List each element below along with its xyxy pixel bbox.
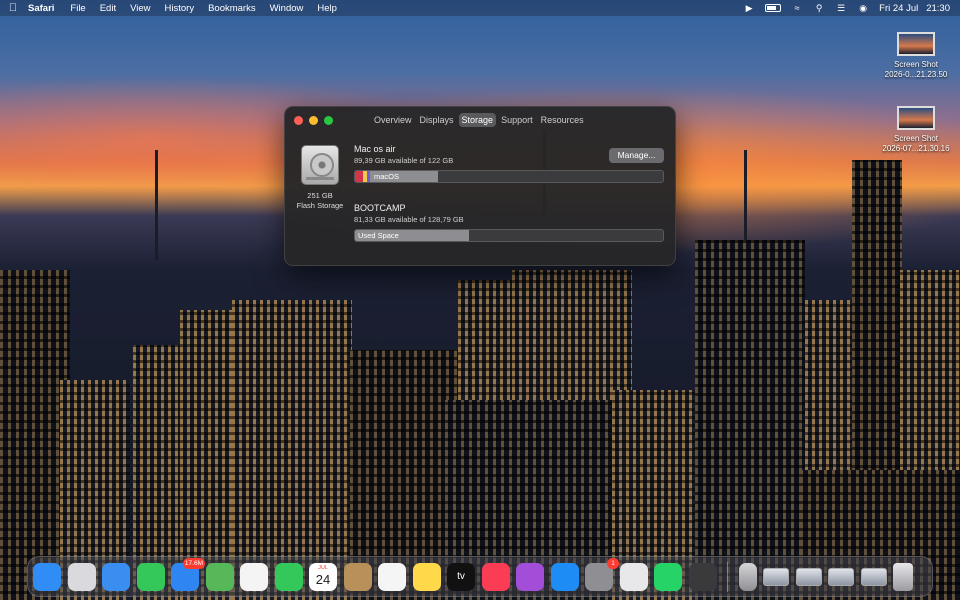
calendar-day: 24 xyxy=(315,572,331,587)
screenshot-thumbnail-icon xyxy=(897,32,935,56)
desktop-file-screenshot[interactable]: Screen Shot 2026-0...21.23.50 xyxy=(876,32,956,80)
maximize-button[interactable] xyxy=(324,116,333,125)
reminders-icon[interactable] xyxy=(378,562,406,591)
minimized-window-3[interactable] xyxy=(828,567,854,586)
safari-icon[interactable] xyxy=(102,562,130,591)
menu-edit[interactable]: Edit xyxy=(100,3,116,14)
volume-name: BOOTCAMP xyxy=(354,203,406,213)
desktop-file-label: Screen Shot xyxy=(893,60,939,69)
disk-summary: 251 GB Flash Storage xyxy=(293,145,347,210)
podcasts-icon[interactable] xyxy=(516,562,544,591)
minimized-window-2[interactable] xyxy=(795,567,822,586)
messages-icon[interactable] xyxy=(136,562,165,591)
desktop-file-screenshot[interactable]: Screen Shot 2026-07...21.30.16 xyxy=(876,106,956,154)
tv-icon[interactable]: tv xyxy=(447,562,475,591)
volume-available: 89,39 GB available of 122 GB xyxy=(354,156,454,165)
tab-overview[interactable]: Overview xyxy=(371,113,415,127)
window-controls xyxy=(294,116,333,125)
menu-window[interactable]: Window xyxy=(270,3,304,14)
bar-label-macos: macOS xyxy=(374,172,400,181)
menu-clock[interactable]: Fri 24 Jul 21:30 xyxy=(879,3,950,14)
storage-usage-bar[interactable]: macOS xyxy=(354,170,664,183)
wallpaper-building xyxy=(695,240,805,600)
calendar-icon[interactable]: JUL 24 xyxy=(309,562,337,591)
about-this-mac-window: Overview Displays Storage Support Resour… xyxy=(284,106,676,266)
app-store-icon[interactable] xyxy=(550,562,579,591)
tab-displays[interactable]: Displays xyxy=(417,113,457,127)
desktop-file-label: Screen Shot xyxy=(893,134,939,143)
storage-usage-bar[interactable]: Used Space xyxy=(354,229,664,242)
dock-separator xyxy=(727,561,728,592)
wallpaper-building xyxy=(232,300,352,600)
calendar-month: JUL xyxy=(318,564,328,571)
volume-macos: Mac os air 89,39 GB available of 122 GB … xyxy=(354,144,664,183)
bar-label-used-space: Used Space xyxy=(358,231,399,240)
menu-app-name[interactable]: Safari xyxy=(28,3,54,14)
facetime-icon[interactable] xyxy=(274,562,303,591)
search-icon[interactable]: ⚲ xyxy=(813,3,825,13)
menu-bar:  Safari File Edit View History Bookmark… xyxy=(0,0,960,16)
trash-icon[interactable] xyxy=(893,562,913,591)
menu-date: Fri 24 Jul xyxy=(879,2,919,14)
siri-icon[interactable]: ◉ xyxy=(857,3,869,13)
battery-icon[interactable] xyxy=(765,4,782,12)
finder-icon[interactable] xyxy=(33,562,61,591)
menu-time: 21:30 xyxy=(926,2,950,14)
preview-icon[interactable] xyxy=(619,562,648,591)
control-center-icon[interactable]: ☰ xyxy=(835,3,847,13)
photos-icon[interactable] xyxy=(240,562,268,591)
whatsapp-icon[interactable] xyxy=(654,562,682,591)
tab-storage[interactable]: Storage xyxy=(458,113,497,127)
desktop-file-label: 2026-0...21.23.50 xyxy=(884,70,948,79)
calculator-icon[interactable] xyxy=(688,562,717,591)
screenshot-thumbnail-icon xyxy=(897,106,935,130)
maps-icon[interactable] xyxy=(205,562,234,591)
settings-icon[interactable]: 1 xyxy=(585,557,619,591)
volume-name: Mac os air xyxy=(354,144,396,154)
disk-utility-icon[interactable] xyxy=(738,562,757,591)
menu-view[interactable]: View xyxy=(130,3,150,14)
menu-bookmarks[interactable]: Bookmarks xyxy=(208,3,256,14)
volume-bootcamp: BOOTCAMP 81,33 GB available of 128,79 GB… xyxy=(354,203,664,242)
dock: 17.6M JUL 24 tv 1 xyxy=(27,556,933,597)
window-tabs: Overview Displays Storage Support Resour… xyxy=(371,113,587,127)
tab-support[interactable]: Support xyxy=(498,113,536,127)
hard-disk-icon xyxy=(301,145,339,185)
menu-status-area: ▶ ≈ ⚲ ☰ ◉ Fri 24 Jul 21:30 xyxy=(743,0,950,16)
apple-menu-icon[interactable]:  xyxy=(0,2,26,14)
desktop-file-label: 2026-07...21.30.16 xyxy=(882,144,950,153)
minimize-button[interactable] xyxy=(309,116,318,125)
wifi-icon[interactable]: ≈ xyxy=(791,3,803,13)
minimized-window-1[interactable] xyxy=(763,567,789,586)
menu-file[interactable]: File xyxy=(70,3,85,14)
contacts-icon[interactable] xyxy=(343,562,372,591)
tv-label: tv xyxy=(457,571,465,582)
disk-type: Flash Storage xyxy=(296,200,344,210)
notes-icon[interactable] xyxy=(412,562,441,591)
mail-icon[interactable]: 17.6M xyxy=(171,557,205,591)
menu-history[interactable]: History xyxy=(165,3,195,14)
music-icon[interactable] xyxy=(481,562,510,591)
launchpad-icon[interactable] xyxy=(67,562,96,591)
bar-segment-system xyxy=(355,171,363,182)
play-icon[interactable]: ▶ xyxy=(743,3,755,13)
wallpaper-spire xyxy=(155,150,158,260)
menu-help[interactable]: Help xyxy=(317,3,337,14)
tab-resources[interactable]: Resources xyxy=(538,113,587,127)
notification-badge: 17.6M xyxy=(182,557,205,569)
close-button[interactable] xyxy=(294,116,303,125)
notification-badge: 1 xyxy=(607,557,619,569)
volume-available: 81,33 GB available of 128,79 GB xyxy=(354,215,464,224)
disk-size: 251 GB xyxy=(307,191,333,200)
minimized-window-4[interactable] xyxy=(860,567,887,586)
